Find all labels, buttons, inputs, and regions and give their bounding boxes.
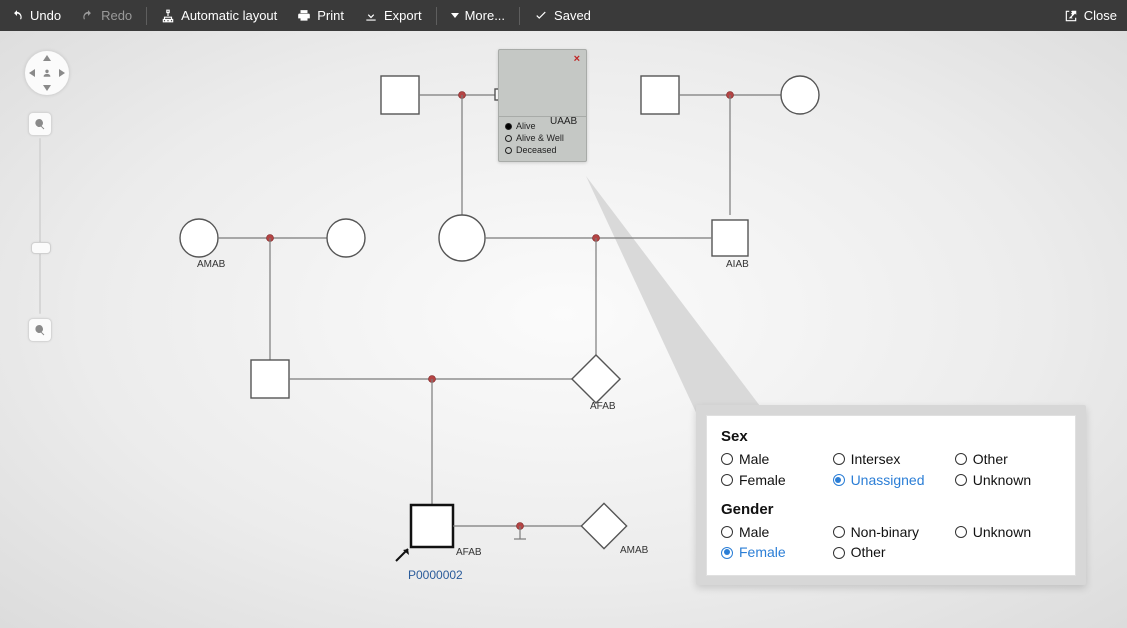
selected-node-label: UAAB xyxy=(550,116,577,127)
node-status-popup: × Alive Alive & Well Deceased xyxy=(498,49,587,162)
pedigree-diamond-node[interactable] xyxy=(581,503,626,548)
toolbar: Undo Redo Automatic layout Print Export … xyxy=(0,0,1127,31)
check-icon xyxy=(534,9,548,23)
caret-down-icon xyxy=(451,13,459,18)
node-label: AFAB xyxy=(590,401,616,412)
sex-gender-panel: Sex Male Intersex Other Female Unassigne… xyxy=(706,415,1076,576)
pedigree-male-node[interactable] xyxy=(251,360,289,398)
node-label: AMAB xyxy=(197,259,226,270)
print-button[interactable]: Print xyxy=(287,0,354,31)
redo-button: Redo xyxy=(71,0,142,31)
export-label: Export xyxy=(384,8,422,23)
toolbar-separator xyxy=(146,7,147,25)
auto-layout-button[interactable]: Automatic layout xyxy=(151,0,287,31)
pedigree-male-node[interactable] xyxy=(712,220,748,256)
undo-button[interactable]: Undo xyxy=(0,0,71,31)
node-label: AFAB xyxy=(456,547,482,558)
sex-option-unassigned[interactable]: Unassigned xyxy=(833,472,955,489)
saved-indicator: Saved xyxy=(524,0,601,31)
pedigree-female-node[interactable] xyxy=(180,219,218,257)
proband-id-label: P0000002 xyxy=(408,568,463,582)
pedigree-proband-node[interactable] xyxy=(411,505,453,547)
gender-option-nonbinary[interactable]: Non-binary xyxy=(833,524,955,541)
pedigree-female-node[interactable] xyxy=(781,76,819,114)
pedigree-female-node[interactable] xyxy=(327,219,365,257)
sitemap-icon xyxy=(161,9,175,23)
node-label: AIAB xyxy=(726,259,749,270)
gender-option-unknown[interactable]: Unknown xyxy=(955,524,1061,541)
popup-close-button[interactable]: × xyxy=(574,54,580,65)
redo-label: Redo xyxy=(101,8,132,23)
gender-heading: Gender xyxy=(721,501,1061,518)
pedigree-female-node[interactable] xyxy=(439,215,485,261)
sex-option-other[interactable]: Other xyxy=(955,451,1061,468)
undo-icon xyxy=(10,9,24,23)
redo-icon xyxy=(81,9,95,23)
close-label: Close xyxy=(1084,8,1117,23)
pedigree-male-node[interactable] xyxy=(641,76,679,114)
gender-option-other[interactable]: Other xyxy=(833,544,955,561)
sex-option-male[interactable]: Male xyxy=(721,451,833,468)
close-button[interactable]: Close xyxy=(1054,0,1127,31)
more-button[interactable]: More... xyxy=(441,0,515,31)
sex-option-intersex[interactable]: Intersex xyxy=(833,451,955,468)
print-label: Print xyxy=(317,8,344,23)
undo-label: Undo xyxy=(30,8,61,23)
pedigree-diamond-node[interactable] xyxy=(572,355,620,403)
status-option-deceased[interactable]: Deceased xyxy=(505,145,580,155)
sex-option-unknown[interactable]: Unknown xyxy=(955,472,1061,489)
auto-layout-label: Automatic layout xyxy=(181,8,277,23)
export-button[interactable]: Export xyxy=(354,0,432,31)
toolbar-separator xyxy=(436,7,437,25)
gender-option-male[interactable]: Male xyxy=(721,524,833,541)
sex-option-female[interactable]: Female xyxy=(721,472,833,489)
close-icon xyxy=(1064,9,1078,23)
download-icon xyxy=(364,9,378,23)
gender-option-female[interactable]: Female xyxy=(721,544,833,561)
status-option-alive-well[interactable]: Alive & Well xyxy=(505,133,580,143)
saved-label: Saved xyxy=(554,8,591,23)
node-label: AMAB xyxy=(620,545,649,556)
pedigree-male-node[interactable] xyxy=(381,76,419,114)
more-label: More... xyxy=(465,8,505,23)
sex-heading: Sex xyxy=(721,428,1061,445)
toolbar-separator xyxy=(519,7,520,25)
print-icon xyxy=(297,9,311,23)
